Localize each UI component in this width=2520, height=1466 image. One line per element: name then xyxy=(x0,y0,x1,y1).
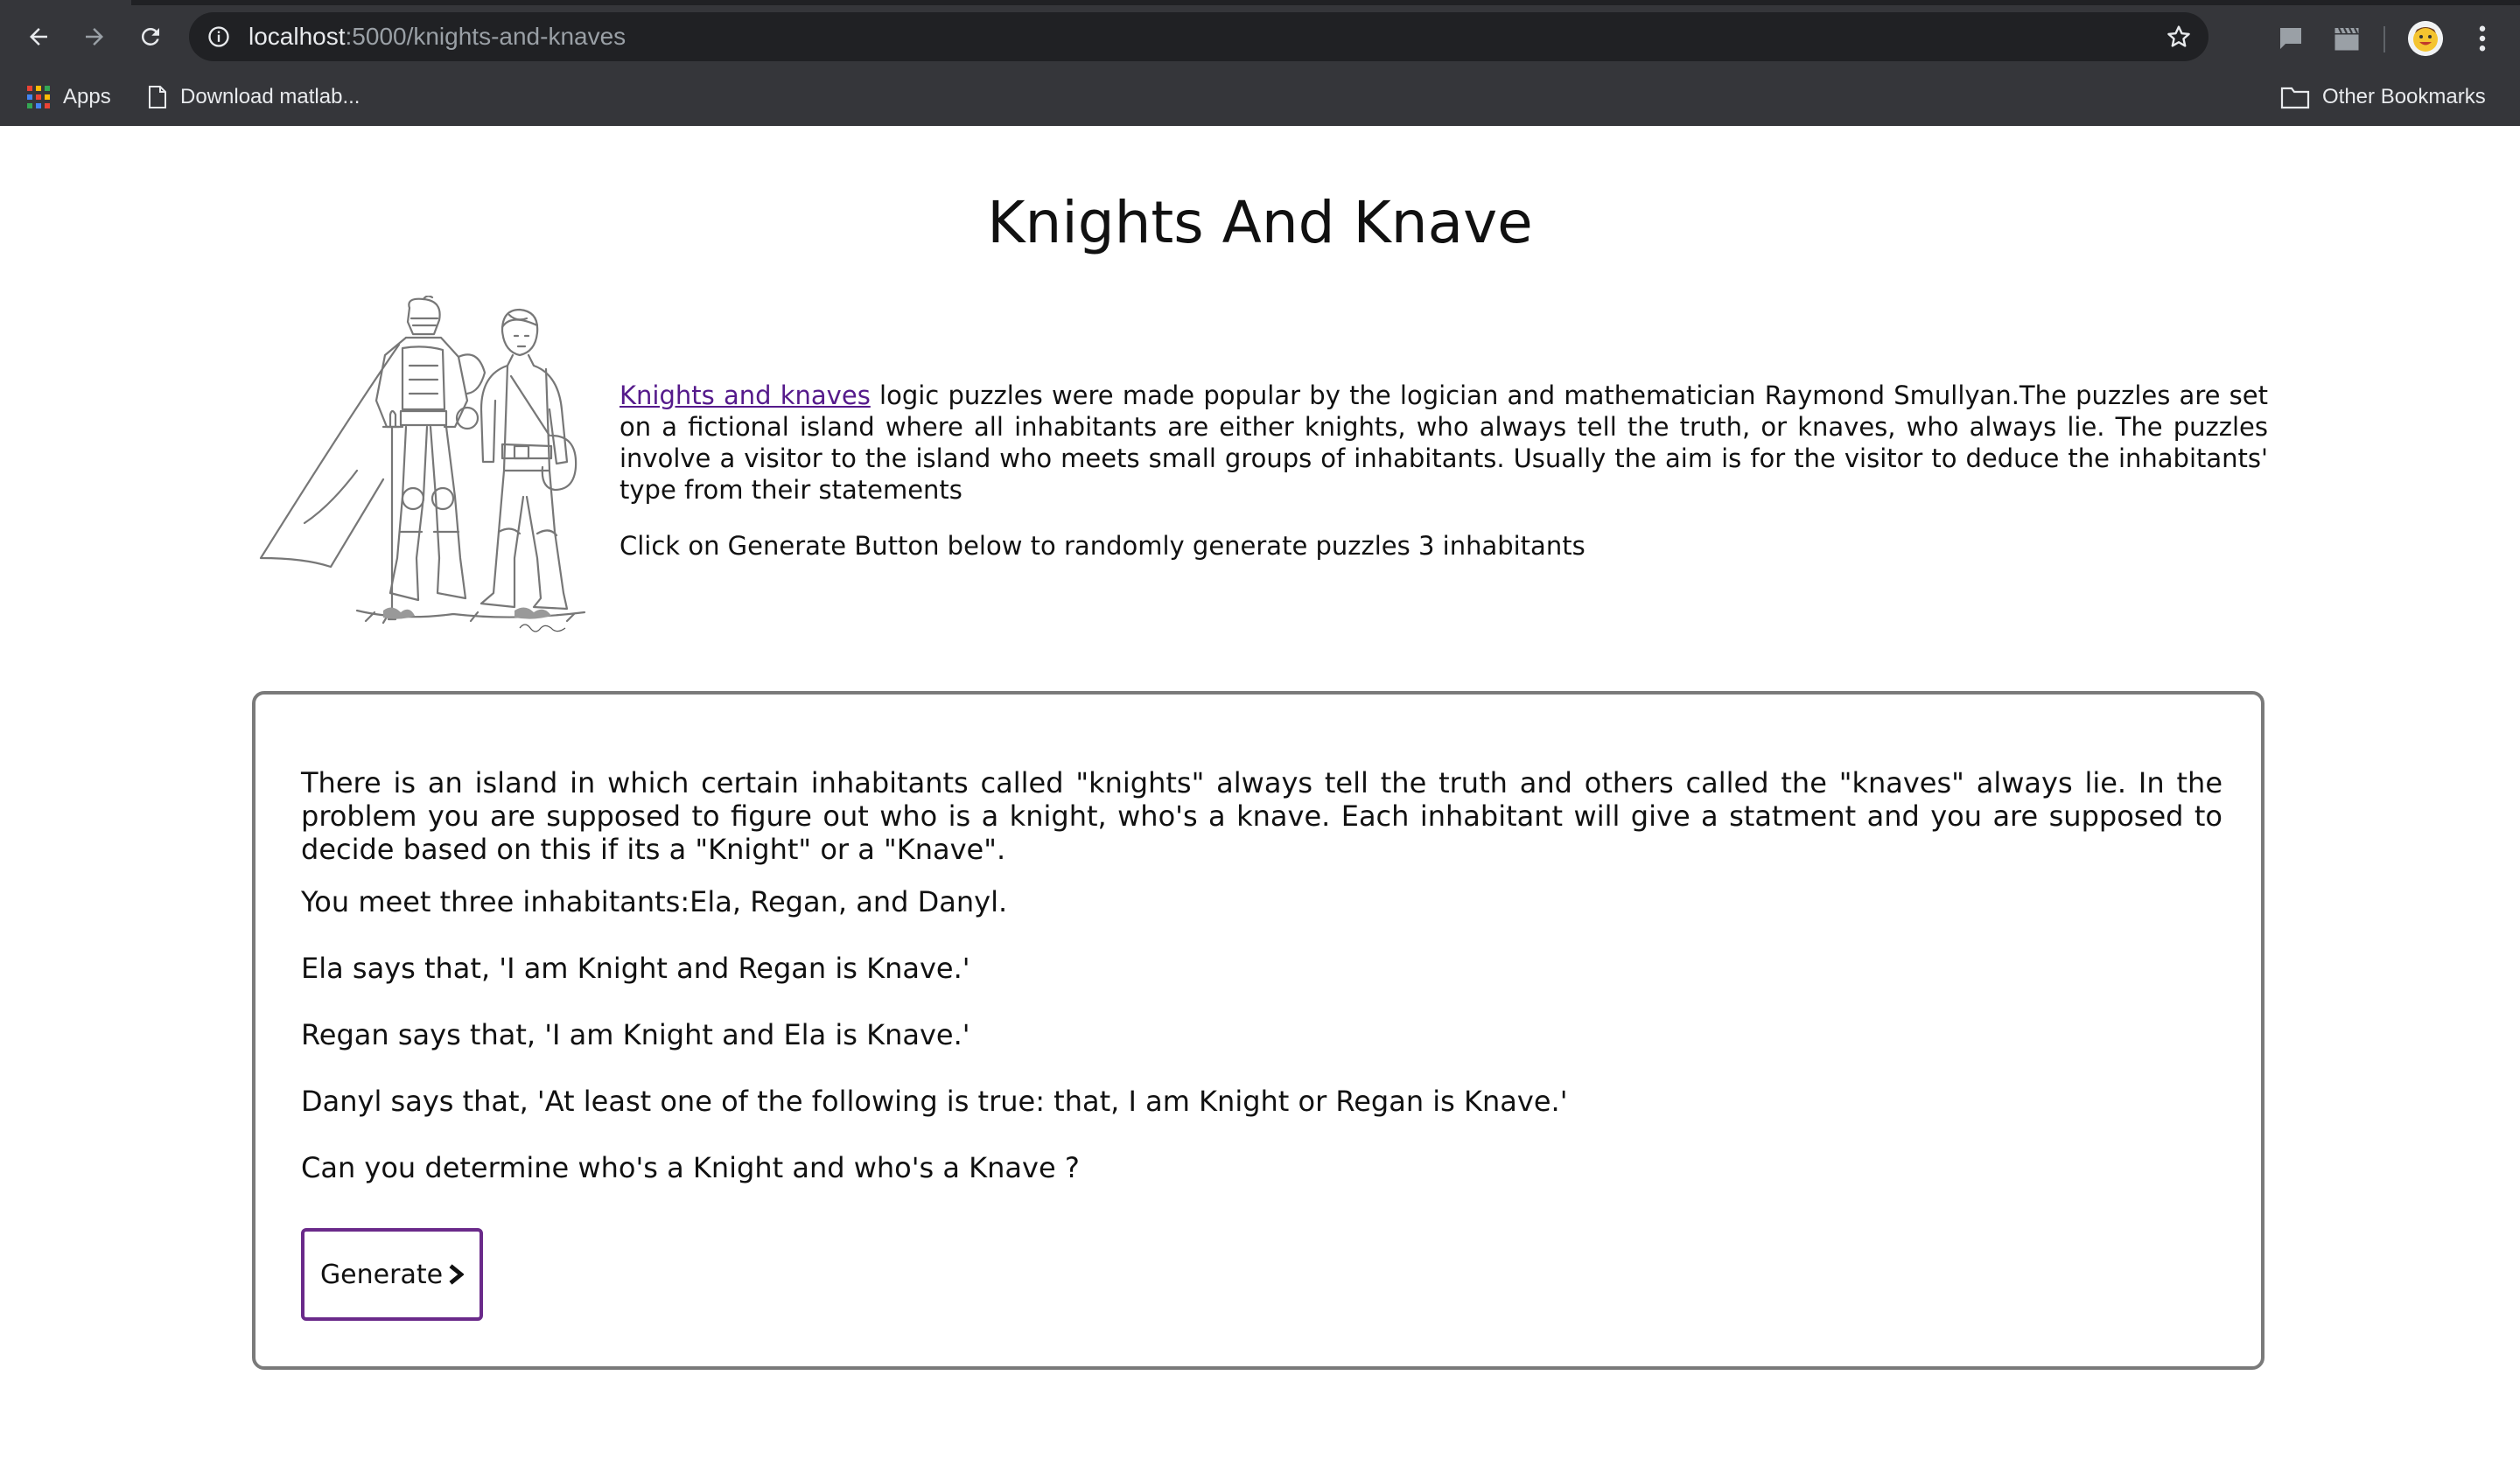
instruction-text: Click on Generate Button below to random… xyxy=(620,531,1586,561)
generate-button[interactable]: Generate xyxy=(301,1228,483,1321)
puzzle-statement-ela: Ela says that, 'I am Knight and Regan is… xyxy=(301,952,970,985)
bookmark-apps-label: Apps xyxy=(63,85,111,108)
bookmark-download-matlab[interactable]: Download matlab... xyxy=(147,80,360,114)
chevron-right-icon xyxy=(449,1264,465,1285)
puzzle-content: There is an island in which certain inha… xyxy=(301,766,2222,1184)
bookmarks-bar: Apps Download matlab... Other Bookmarks xyxy=(0,68,2520,126)
knight-and-knave-illustration xyxy=(252,296,602,649)
page-icon xyxy=(149,86,166,108)
forward-icon xyxy=(86,28,103,45)
toolbar-divider xyxy=(2384,26,2385,52)
puzzle-meet-text: You meet three inhabitants:Ela, Regan, a… xyxy=(301,885,1008,918)
address-bar[interactable]: localhost:5000/knights-and-knaves xyxy=(189,12,2208,61)
intro-paragraph: Knights and knaves logic puzzles were ma… xyxy=(620,380,2268,506)
forward-button[interactable] xyxy=(77,19,112,54)
generate-button-label: Generate xyxy=(319,1259,444,1290)
reload-button[interactable] xyxy=(133,19,168,54)
knights-and-knaves-link[interactable]: Knights and knaves xyxy=(620,380,871,410)
url-text[interactable]: localhost:5000/knights-and-knaves xyxy=(248,23,626,51)
chat-icon[interactable] xyxy=(2275,23,2306,54)
bookmark-other-label: Other Bookmarks xyxy=(2322,85,2486,108)
puzzle-statement-danyl: Danyl says that, 'At least one of the fo… xyxy=(301,1085,1568,1118)
puzzle-card: There is an island in which certain inha… xyxy=(252,691,2264,1370)
menu-dots-icon[interactable] xyxy=(2469,21,2496,56)
back-icon xyxy=(30,28,47,45)
puzzle-description: There is an island in which certain inha… xyxy=(301,766,2222,866)
url-path: :5000/knights-and-knaves xyxy=(345,23,626,50)
intro-section: Knights and knaves logic puzzles were ma… xyxy=(620,380,2268,586)
reload-icon xyxy=(141,27,159,45)
folder-icon xyxy=(2280,87,2310,109)
page-title: Knights And Knave xyxy=(987,189,1533,256)
info-icon[interactable] xyxy=(206,24,231,49)
puzzle-question: Can you determine who's a Knight and who… xyxy=(301,1151,1080,1184)
apps-grid-icon xyxy=(27,86,50,108)
clapper-icon[interactable] xyxy=(2331,23,2362,54)
bookmark-download-matlab-label: Download matlab... xyxy=(180,85,360,108)
url-host: localhost xyxy=(248,23,346,50)
browser-chrome: localhost:5000/knights-and-knaves Apps D… xyxy=(0,0,2520,126)
bookmark-other[interactable]: Other Bookmarks xyxy=(2280,80,2486,114)
puzzle-statement-regan: Regan says that, 'I am Knight and Ela is… xyxy=(301,1018,970,1051)
star-icon[interactable] xyxy=(2165,23,2193,51)
bookmark-apps[interactable]: Apps xyxy=(26,80,111,114)
avatar[interactable] xyxy=(2408,21,2443,56)
browser-toolbar: localhost:5000/knights-and-knaves xyxy=(0,5,2520,68)
page-content: Knights And Knave Knights and knaves log… xyxy=(0,126,2520,1466)
back-button[interactable] xyxy=(21,19,56,54)
avatar-face-icon xyxy=(2408,21,2443,56)
